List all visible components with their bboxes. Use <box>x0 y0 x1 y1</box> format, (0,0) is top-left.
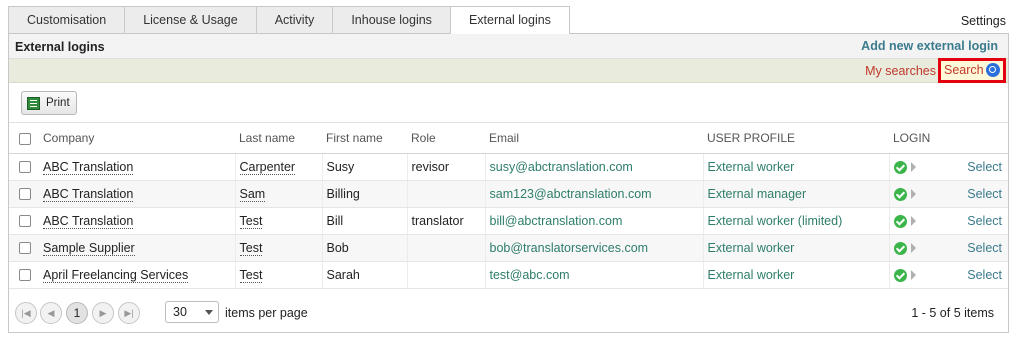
col-company[interactable]: Company <box>39 123 235 154</box>
login-ok-icon <box>893 160 907 174</box>
row-checkbox[interactable] <box>19 188 31 201</box>
first-name-cell: Sarah <box>321 261 407 289</box>
company-cell[interactable]: ABC Translation <box>43 213 134 229</box>
login-ok-icon <box>893 268 907 282</box>
company-cell[interactable]: ABC Translation <box>43 186 134 202</box>
tab-external-logins[interactable]: External logins <box>449 6 570 34</box>
tab-inhouse-logins[interactable]: Inhouse logins <box>332 6 451 33</box>
email-cell[interactable]: susy@abctranslation.com <box>484 153 703 181</box>
profile-cell: External worker <box>702 261 889 289</box>
col-first-name[interactable]: First name <box>322 123 407 154</box>
pager-summary: 1 - 5 of 5 items <box>911 306 994 320</box>
next-page-button[interactable]: ▶ <box>92 302 114 324</box>
items-per-page-label: items per page <box>225 306 308 320</box>
company-cell[interactable]: Sample Supplier <box>43 240 135 256</box>
login-arrow-icon[interactable] <box>910 216 916 227</box>
col-email[interactable]: Email <box>485 123 703 154</box>
select-all-checkbox[interactable] <box>19 132 31 145</box>
print-label: Print <box>46 97 70 109</box>
company-cell[interactable]: ABC Translation <box>43 159 134 175</box>
email-cell[interactable]: bob@translatorservices.com <box>484 234 703 262</box>
search-button[interactable]: Search <box>938 58 1006 83</box>
pager: |◀ ◀ 1 ▶ ▶| 30 items per page 1 - 5 of 5… <box>9 294 1008 332</box>
table-row: ABC Translation Sam Billing sam123@abctr… <box>9 180 1008 208</box>
first-name-cell: Bob <box>321 234 407 262</box>
row-checkbox[interactable] <box>19 242 31 255</box>
page-size-value: 30 <box>173 305 187 319</box>
col-user-profile: USER PROFILE <box>703 123 889 154</box>
col-last-name[interactable]: Last name <box>235 123 322 154</box>
select-link[interactable]: Select <box>952 180 1008 208</box>
profile-cell: External worker <box>702 153 889 181</box>
login-arrow-icon[interactable] <box>910 189 916 200</box>
excel-icon <box>27 97 40 110</box>
print-button[interactable]: Print <box>21 91 77 115</box>
select-link[interactable]: Select <box>952 153 1008 181</box>
login-ok-icon <box>893 241 907 255</box>
table-row: April Freelancing Services Test Sarah te… <box>9 261 1008 289</box>
search-icon <box>986 63 1000 77</box>
col-action <box>952 123 1008 154</box>
external-logins-panel: External logins Add new external login M… <box>8 33 1009 333</box>
my-searches-link[interactable]: My searches <box>865 64 936 78</box>
tab-activity[interactable]: Activity <box>255 6 334 33</box>
login-arrow-icon[interactable] <box>910 270 916 281</box>
settings-link[interactable]: Settings <box>961 14 1006 28</box>
login-arrow-icon[interactable] <box>910 162 916 173</box>
col-role[interactable]: Role <box>407 123 485 154</box>
external-logins-table: Company Last name First name Role Email … <box>9 123 1008 289</box>
prev-page-button[interactable]: ◀ <box>40 302 62 324</box>
login-ok-icon <box>893 214 907 228</box>
panel-header: External logins Add new external login <box>9 34 1008 59</box>
current-page-button[interactable]: 1 <box>66 302 88 324</box>
first-name-cell: Bill <box>321 207 407 235</box>
add-new-external-login-link[interactable]: Add new external login <box>861 39 998 53</box>
table-header-row: Company Last name First name Role Email … <box>9 123 1008 154</box>
last-page-button[interactable]: ▶| <box>118 302 140 324</box>
search-label: Search <box>944 63 984 77</box>
company-cell[interactable]: April Freelancing Services <box>43 267 189 283</box>
tab-bar: Customisation License & Usage Activity I… <box>8 6 570 34</box>
toolbar: Print <box>9 83 1008 123</box>
last-name-cell[interactable]: Carpenter <box>239 159 296 175</box>
profile-cell: External worker (limited) <box>702 207 889 235</box>
profile-cell: External worker <box>702 234 889 262</box>
login-arrow-icon[interactable] <box>910 243 916 254</box>
first-name-cell: Susy <box>321 153 407 181</box>
search-bar: My searches Search <box>9 58 1008 83</box>
table-row: ABC Translation Carpenter Susy revisor s… <box>9 153 1008 181</box>
last-name-cell[interactable]: Test <box>239 267 263 283</box>
email-cell[interactable]: bill@abctranslation.com <box>484 207 703 235</box>
profile-cell: External manager <box>702 180 889 208</box>
tab-license-usage[interactable]: License & Usage <box>124 6 257 33</box>
row-checkbox[interactable] <box>19 269 31 282</box>
table-row: ABC Translation Test Bill translator bil… <box>9 207 1008 235</box>
last-name-cell[interactable]: Test <box>239 213 263 229</box>
table-row: Sample Supplier Test Bob bob@translators… <box>9 234 1008 262</box>
last-name-cell[interactable]: Test <box>239 240 263 256</box>
row-checkbox[interactable] <box>19 161 31 174</box>
email-cell[interactable]: test@abc.com <box>484 261 703 289</box>
select-link[interactable]: Select <box>952 207 1008 235</box>
login-ok-icon <box>893 187 907 201</box>
role-cell <box>406 261 485 289</box>
chevron-down-icon <box>205 310 213 315</box>
select-link[interactable]: Select <box>952 261 1008 289</box>
page-size-select[interactable]: 30 <box>165 301 219 323</box>
role-cell: revisor <box>406 153 485 181</box>
role-cell <box>406 234 485 262</box>
col-login: LOGIN <box>889 123 952 154</box>
tab-customisation[interactable]: Customisation <box>8 6 126 33</box>
role-cell <box>406 180 485 208</box>
last-name-cell[interactable]: Sam <box>239 186 266 202</box>
row-checkbox[interactable] <box>19 215 31 228</box>
role-cell: translator <box>406 207 485 235</box>
select-link[interactable]: Select <box>952 234 1008 262</box>
first-page-button[interactable]: |◀ <box>15 302 37 324</box>
email-cell[interactable]: sam123@abctranslation.com <box>484 180 703 208</box>
page-title: External logins <box>15 40 105 54</box>
first-name-cell: Billing <box>321 180 407 208</box>
